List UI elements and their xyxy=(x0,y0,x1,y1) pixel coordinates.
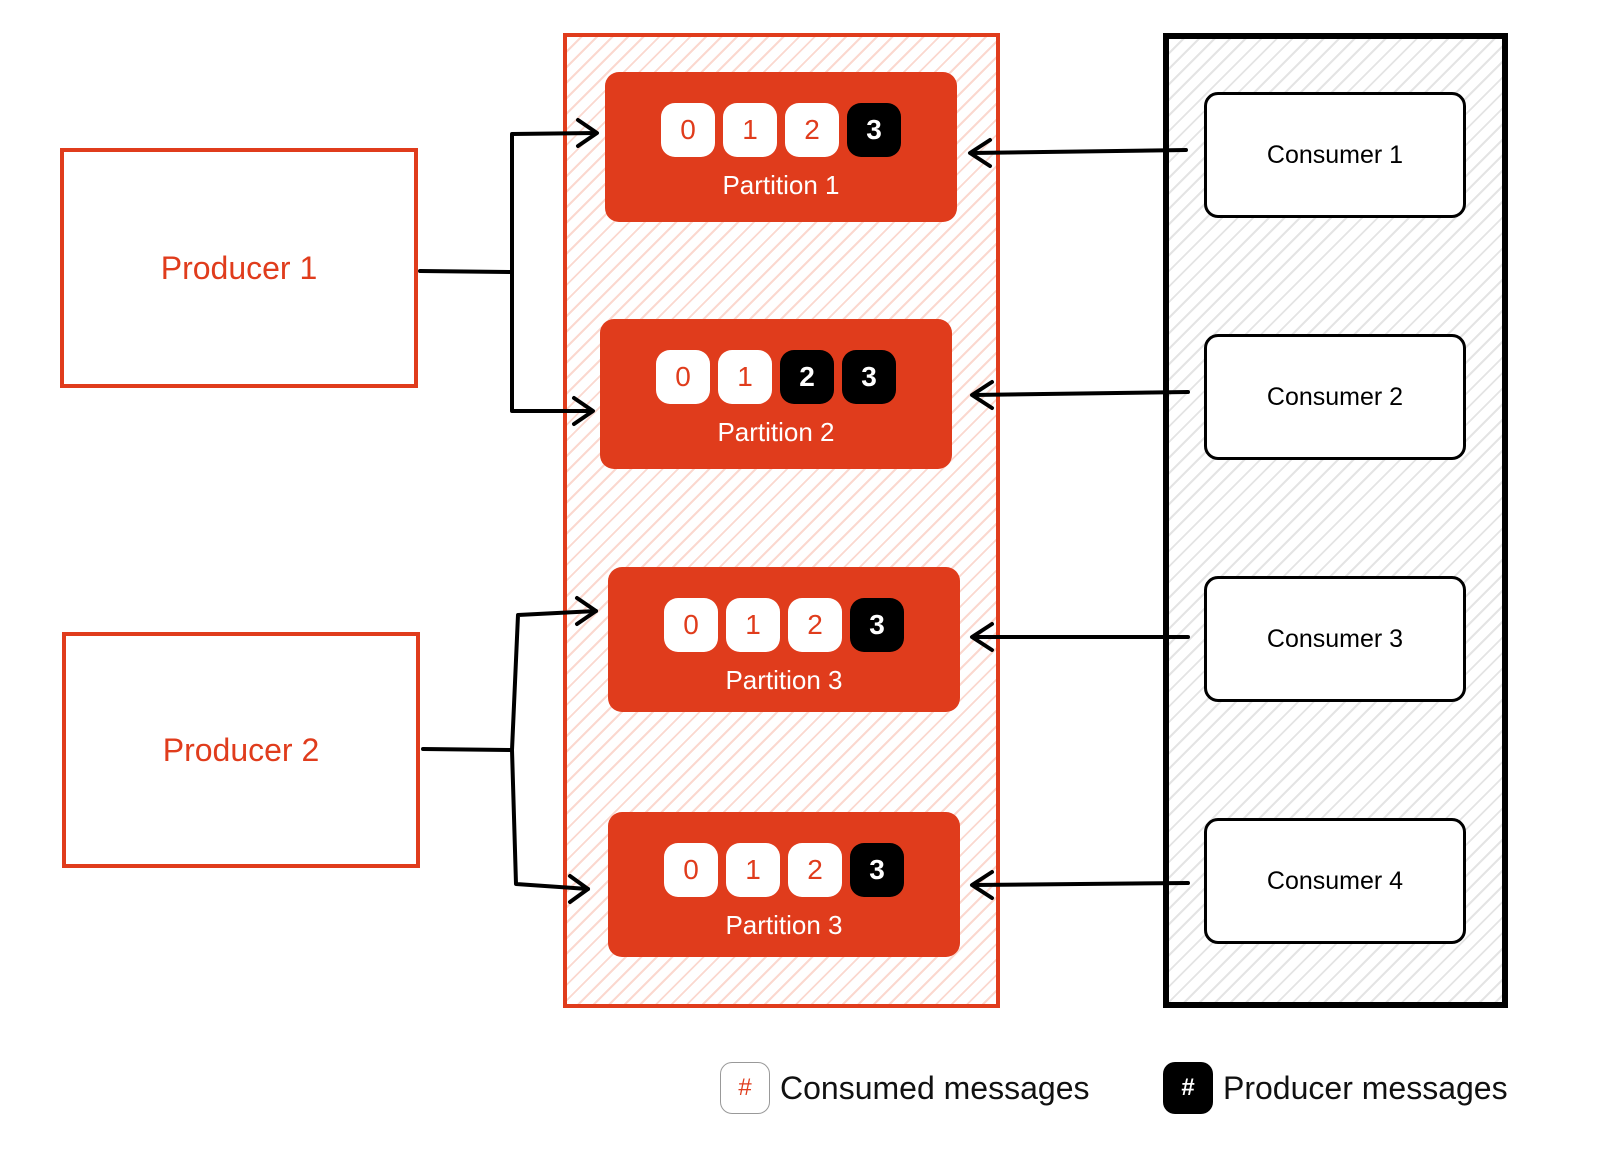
consumer-2-connector xyxy=(971,390,1190,397)
consumer-4-connector xyxy=(971,881,1190,887)
consumer-1-connector xyxy=(970,148,1188,155)
legend-produced-label: Producer messages xyxy=(1223,1069,1508,1106)
connector-lines xyxy=(418,118,1190,904)
producer-1-connector xyxy=(418,131,598,413)
legend-produced-swatch: # xyxy=(1163,1062,1213,1114)
legend-consumed: # Consumed messages xyxy=(720,1062,1089,1114)
legend-consumed-label: Consumed messages xyxy=(780,1069,1090,1106)
legend-consumed-swatch: # xyxy=(720,1062,770,1114)
legend-produced: # Producer messages xyxy=(1163,1062,1508,1114)
producer-2-connector xyxy=(421,609,598,891)
